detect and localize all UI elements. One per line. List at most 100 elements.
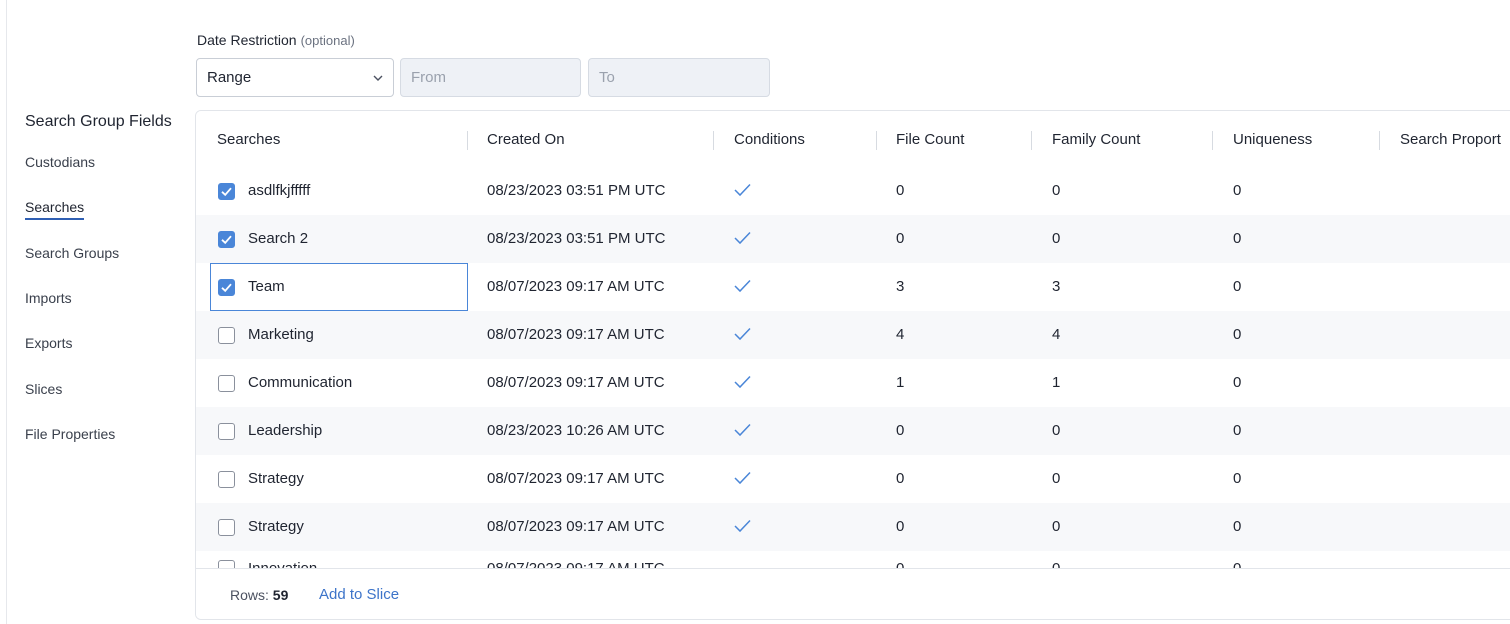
cell-family-count: 0 [1052,422,1061,439]
cell-search-name: asdlfkjfffff [248,182,311,199]
cell-file-count: 0 [896,518,905,535]
check-icon [734,423,751,437]
column-header-conditions[interactable]: Conditions [734,131,805,148]
check-icon [734,231,751,245]
row-checkbox[interactable] [218,375,235,392]
cell-search-name: Innovation [248,560,317,568]
sidebar-item-file-properties[interactable]: File Properties [25,426,115,445]
row-checkbox[interactable] [218,279,235,296]
cell-family-count: 0 [1052,230,1061,247]
cell-created-on: 08/23/2023 03:51 PM UTC [487,230,666,247]
cell-uniqueness: 0 [1233,278,1242,295]
table-row[interactable]: Communication 08/07/2023 09:17 AM UTC 1 1 0 [196,359,1510,407]
cell-uniqueness: 0 [1233,374,1242,391]
cell-search-name: Search 2 [248,230,309,247]
range-select[interactable]: Range [196,58,394,97]
chevron-down-icon [373,75,383,81]
cell-file-count: 0 [896,182,905,199]
cell-search-name: Strategy [248,518,304,535]
table-row-partial[interactable]: Innovation 08/07/2023 09:17 AM UTC 0 0 0 [196,548,1510,568]
cell-file-count: 0 [896,560,904,568]
optional-note: (optional) [300,33,355,48]
check-icon [734,327,751,341]
row-checkbox[interactable] [218,327,235,344]
cell-family-count: 0 [1052,560,1060,568]
sidebar-item-slices[interactable]: Slices [25,381,62,400]
table-header: Searches Created On Conditions File Coun… [196,111,1510,167]
row-checkbox[interactable] [218,471,235,488]
table-row[interactable]: asdlfkjfffff 08/23/2023 03:51 PM UTC 0 0 0 [196,167,1510,215]
sidebar-item-searches[interactable]: Searches [25,199,85,220]
date-restriction-label: Date Restriction (optional) [197,32,355,48]
column-divider[interactable] [1379,131,1380,150]
sidebar-item-imports[interactable]: Imports [25,290,72,309]
rows-count: 59 [272,587,289,603]
column-header-searches[interactable]: Searches [217,131,280,148]
sidebar-title: Search Group Fields [25,113,172,130]
table-body: asdlfkjfffff 08/23/2023 03:51 PM UTC 0 0 0 Se… [196,167,1510,568]
cell-uniqueness: 0 [1233,182,1242,199]
check-icon [734,279,751,293]
column-divider[interactable] [713,131,714,150]
cell-uniqueness: 0 [1233,326,1242,343]
sidebar-item-custodians[interactable]: Custodians [25,154,95,173]
left-border [6,0,7,624]
column-header-created-on[interactable]: Created On [487,131,565,148]
searches-table: Searches Created On Conditions File Coun… [195,110,1510,620]
cell-search-name: Team [248,278,285,295]
cell-search-name: Leadership [248,422,323,439]
column-header-uniqueness[interactable]: Uniqueness [1233,131,1312,148]
cell-file-count: 0 [896,230,905,247]
cell-created-on: 08/07/2023 09:17 AM UTC [487,374,665,391]
table-row[interactable]: Leadership 08/23/2023 10:26 AM UTC 0 0 0 [196,407,1510,455]
cell-uniqueness: 0 [1233,422,1242,439]
column-header-search-proportion[interactable]: Search Proport [1400,131,1501,148]
table-footer: Rows: 59 Add to Slice [196,568,1510,619]
range-select-value: Range [207,69,252,86]
column-divider[interactable] [467,131,468,150]
cell-created-on: 08/23/2023 03:51 PM UTC [487,182,666,199]
table-row[interactable]: Strategy 08/07/2023 09:17 AM UTC 0 0 0 [196,503,1510,551]
rows-label: Rows: [230,587,269,603]
cell-uniqueness: 0 [1233,560,1241,568]
cell-file-count: 1 [896,374,905,391]
add-to-slice-link[interactable]: Add to Slice [319,586,399,603]
sidebar-item-search-groups[interactable]: Search Groups [25,245,119,264]
to-date-input[interactable] [588,58,770,97]
cell-search-name: Strategy [248,470,304,487]
row-checkbox[interactable] [218,423,235,440]
cell-family-count: 0 [1052,182,1061,199]
cell-family-count: 0 [1052,470,1061,487]
cell-family-count: 3 [1052,278,1061,295]
table-row[interactable]: Marketing 08/07/2023 09:17 AM UTC 4 4 0 [196,311,1510,359]
sidebar-item-exports[interactable]: Exports [25,335,72,354]
cell-file-count: 3 [896,278,905,295]
column-divider[interactable] [1212,131,1213,150]
cell-family-count: 1 [1052,374,1061,391]
column-header-family-count[interactable]: Family Count [1052,131,1140,148]
date-restriction-title: Date Restriction [197,32,297,48]
table-row[interactable]: Team 08/07/2023 09:17 AM UTC 3 3 0 [196,263,1510,311]
check-icon [734,471,751,485]
table-row[interactable]: Strategy 08/07/2023 09:17 AM UTC 0 0 0 [196,455,1510,503]
cell-uniqueness: 0 [1233,518,1242,535]
cell-family-count: 0 [1052,518,1061,535]
cell-created-on: 08/07/2023 09:17 AM UTC [487,518,665,535]
cell-file-count: 0 [896,470,905,487]
table-row[interactable]: Search 2 08/23/2023 03:51 PM UTC 0 0 0 [196,215,1510,263]
cell-created-on: 08/23/2023 10:26 AM UTC [487,422,665,439]
row-checkbox[interactable] [218,519,235,536]
cell-family-count: 4 [1052,326,1061,343]
row-checkbox[interactable] [218,560,235,568]
cell-created-on: 08/07/2023 09:17 AM UTC [487,470,665,487]
cell-created-on: 08/07/2023 09:17 AM UTC [487,326,665,343]
column-divider[interactable] [876,131,877,150]
cell-uniqueness: 0 [1233,470,1242,487]
cell-search-name: Marketing [248,326,314,343]
row-checkbox[interactable] [218,183,235,200]
row-checkbox[interactable] [218,231,235,248]
from-date-input[interactable] [400,58,581,97]
column-divider[interactable] [1031,131,1032,150]
column-header-file-count[interactable]: File Count [896,131,964,148]
rows-counter: Rows: 59 [230,587,288,603]
